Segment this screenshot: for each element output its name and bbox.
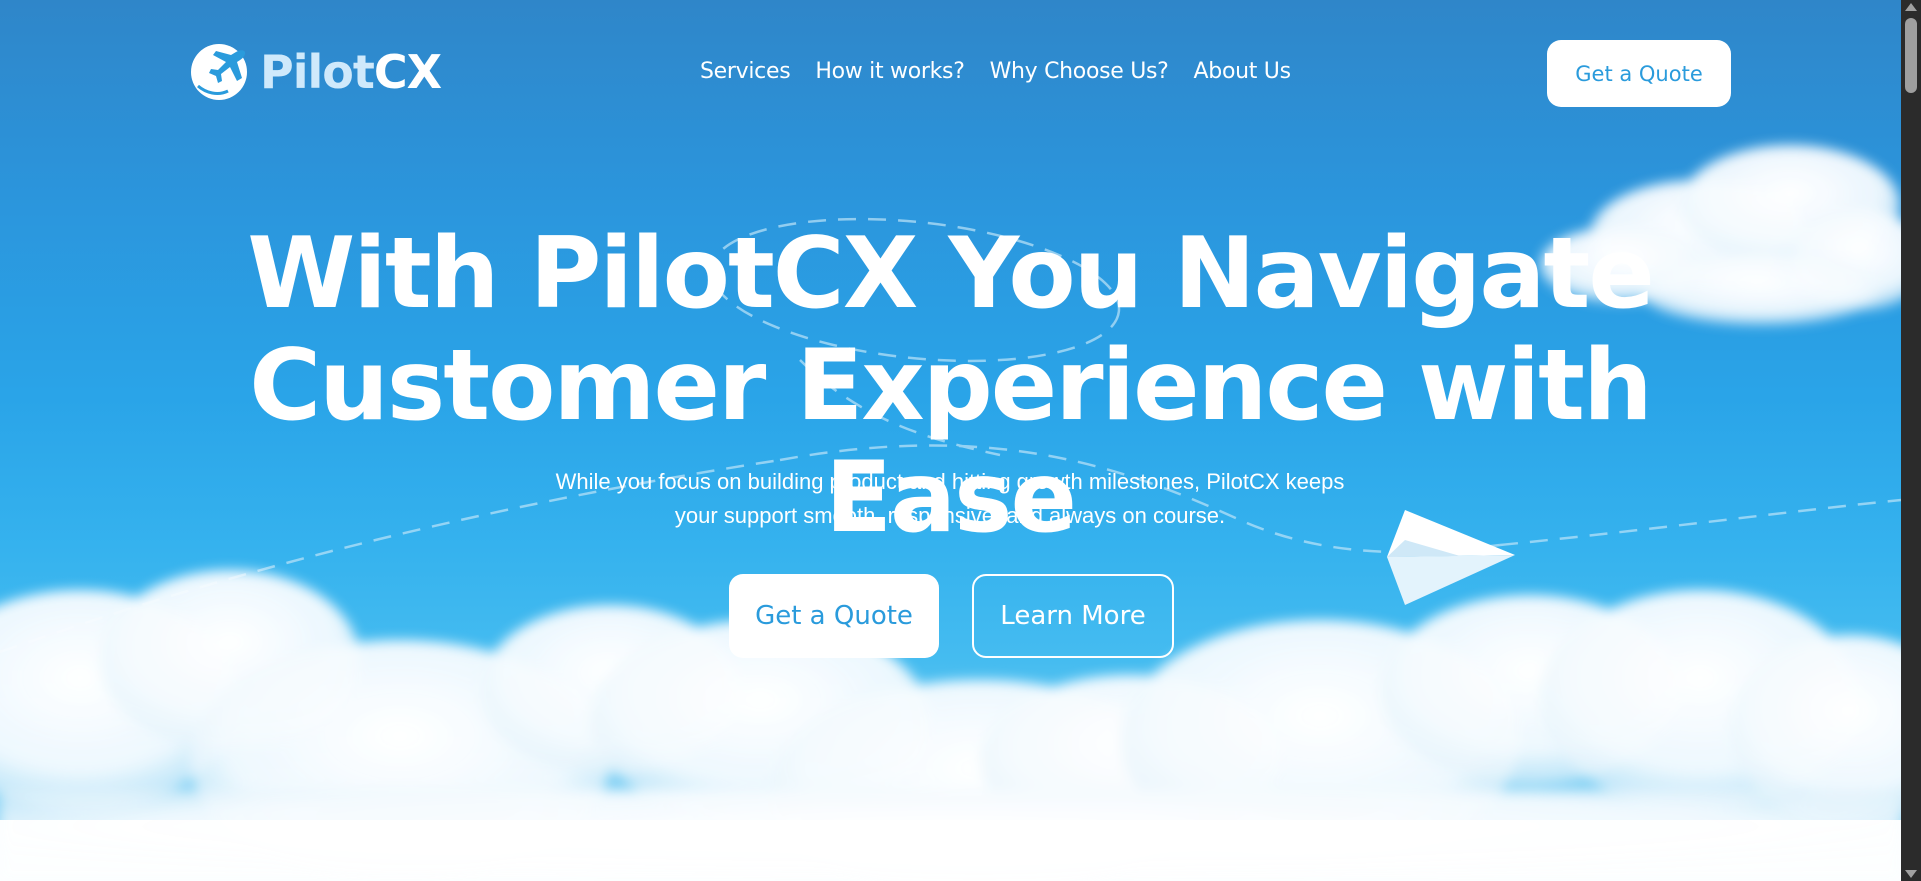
nav-get-quote-button[interactable]: Get a Quote — [1547, 40, 1731, 107]
hero-learn-more-button[interactable]: Learn More — [972, 574, 1174, 658]
brand-name-part2: CX — [373, 45, 442, 99]
hero-subtitle-line1: While you focus on building product and … — [555, 469, 1345, 494]
scrollbar-thumb[interactable] — [1905, 18, 1917, 93]
brand-logo[interactable]: PilotCX — [190, 42, 442, 102]
top-navigation: PilotCX Services How it works? Why Choos… — [0, 0, 1901, 145]
nav-link-services[interactable]: Services — [700, 56, 791, 88]
page-scrollbar[interactable] — [1901, 0, 1921, 881]
hero-viewport: PilotCX Services How it works? Why Choos… — [0, 0, 1901, 881]
airplane-logo-icon — [191, 44, 247, 100]
nav-link-how-it-works[interactable]: How it works? — [815, 56, 965, 88]
hero-subtitle-line2: your support smooth, responsive, and alw… — [674, 503, 1226, 528]
brand-name-part1: Pilot — [260, 45, 375, 99]
nav-links: Services How it works? Why Choose Us? Ab… — [700, 56, 1291, 88]
nav-link-why-choose-us[interactable]: Why Choose Us? — [990, 56, 1169, 88]
brand-wordmark: PilotCX — [260, 42, 442, 102]
hero-title-line1: With PilotCX You Navigate — [247, 217, 1655, 331]
hero-subtitle: While you focus on building product and … — [500, 465, 1400, 533]
scroll-down-arrow-icon[interactable] — [1905, 870, 1917, 878]
scroll-up-arrow-icon[interactable] — [1905, 3, 1917, 11]
hero-get-quote-button[interactable]: Get a Quote — [729, 574, 939, 658]
nav-link-about-us[interactable]: About Us — [1194, 56, 1292, 88]
